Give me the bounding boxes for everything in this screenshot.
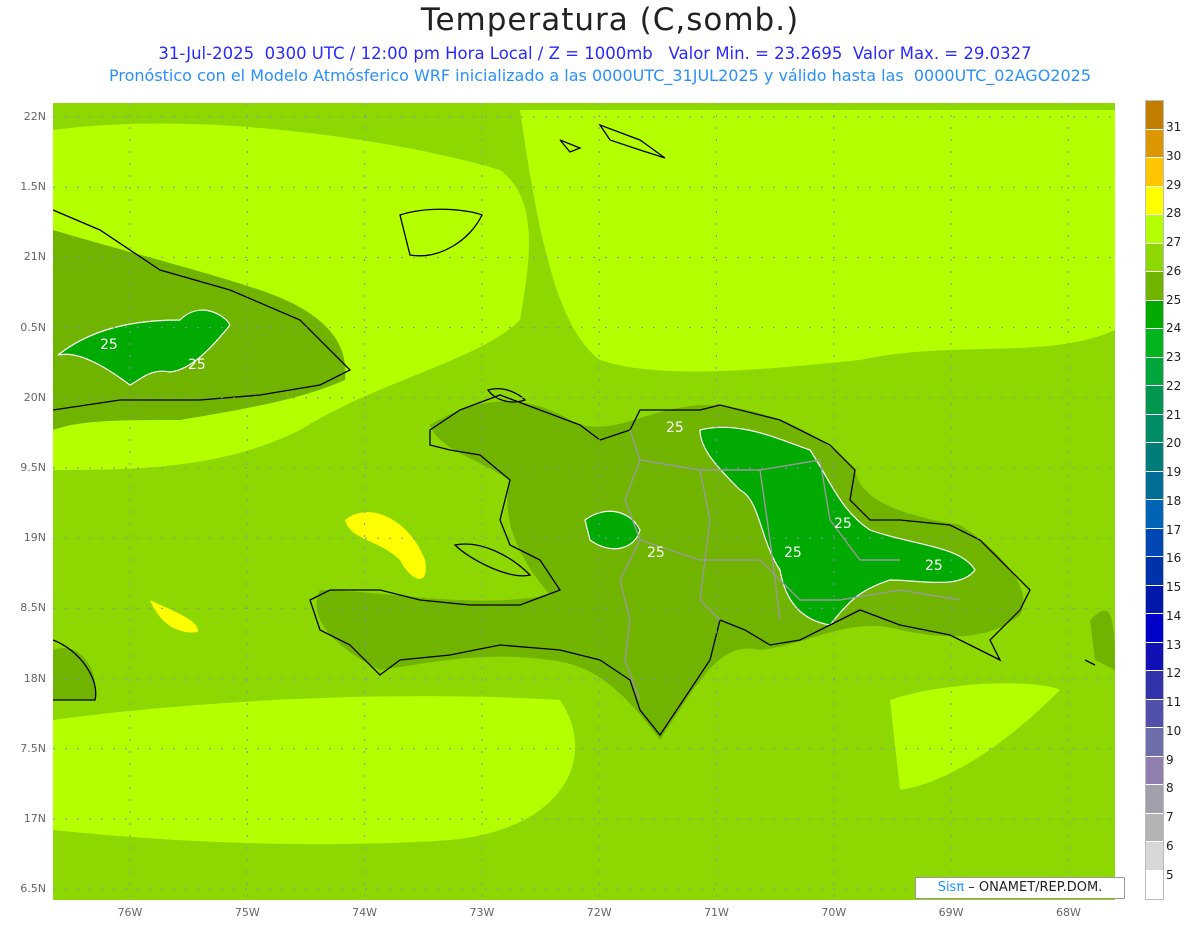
lat-label: 9.5N [20,461,46,474]
lat-label: 1.5N [20,180,46,194]
attribution-brand: Sisπ [937,880,965,895]
colorbar-label: 6 [1166,838,1174,853]
lon-label: 73W [469,906,495,919]
colorbar-bin [1146,357,1163,386]
lon-label: 74W [352,906,378,919]
colorbar-bin [1146,215,1163,244]
model-info-line: Pronóstico con el Modelo Atmósferico WRF… [108,66,1092,85]
lat-label: 20N [23,390,46,404]
colorbar-bin [1146,386,1163,415]
colorbar [1145,100,1164,900]
colorbar-bin [1146,329,1163,358]
colorbar-bin [1146,528,1163,557]
lon-label: 75W [234,906,260,919]
colorbar-bin [1146,699,1163,728]
colorbar-label: 26 [1166,263,1182,278]
lon-label: 76W [117,906,143,919]
colorbar-bin [1146,842,1163,871]
colorbar-bin [1146,158,1163,187]
colorbar-label: 10 [1166,723,1182,738]
colorbar-label: 11 [1166,695,1182,709]
colorbar-label: 7 [1166,810,1174,824]
lon-label: 72W [586,906,612,919]
colorbar-bin [1146,557,1163,586]
colorbar-label: 22 [1166,378,1182,393]
colorbar-label: 13 [1166,637,1182,652]
colorbar-label: 16 [1166,551,1182,566]
colorbar-label: 29 [1166,177,1182,192]
colorbar-label: 19 [1166,465,1182,479]
colorbar-bin [1146,500,1163,529]
lon-label: 70W [821,906,847,919]
colorbar-bin [1146,585,1163,614]
map-canvas: 25 25 25 25 25 25 25 [53,103,1115,900]
contour-label: 25 [834,516,852,532]
colorbar-label: 20 [1166,436,1182,451]
colorbar-bin [1146,186,1163,215]
colorbar-label: 23 [1166,350,1182,364]
lon-label: 68W [1055,906,1081,919]
lat-label: 22N [23,110,46,123]
colorbar-bin [1146,471,1163,500]
map-title: Temperatura (C,somb.) [420,2,800,38]
colorbar-bin [1146,785,1163,814]
colorbar-bin [1146,870,1163,899]
colorbar-bin [1146,272,1163,301]
lat-label: 18N [23,671,46,685]
colorbar-label: 30 [1166,148,1182,163]
lon-label: 69W [938,906,964,919]
lat-label: 0.5N [20,320,46,334]
attribution: Sisπ – ONAMET/REP.DOM. [915,877,1125,899]
temperature-map: 25 25 25 25 25 25 25 [53,103,1115,900]
colorbar-bin [1146,614,1163,643]
colorbar-bin [1146,101,1163,130]
lat-label: 7.5N [20,741,46,755]
lat-label: 8.5N [20,601,46,615]
colorbar-bin [1146,728,1163,757]
colorbar-label: 28 [1166,206,1182,221]
colorbar-label: 24 [1166,321,1182,336]
colorbar-bin [1146,243,1163,272]
colorbar-bin [1146,813,1163,842]
contour-label: 25 [100,337,118,353]
colorbar-label: 31 [1166,120,1182,134]
colorbar-label: 14 [1166,608,1182,623]
colorbar-label: 27 [1166,235,1182,249]
colorbar-bin [1146,756,1163,785]
colorbar-label: 8 [1166,781,1174,796]
attribution-text: – ONAMET/REP.DOM. [964,880,1103,895]
colorbar-label: 18 [1166,493,1182,508]
colorbar-label: 9 [1166,752,1174,767]
contour-label: 25 [647,545,665,561]
lat-label: 6.5N [20,882,46,896]
colorbar-label: 17 [1166,522,1182,537]
colorbar-label: 21 [1166,407,1182,422]
contour-label: 25 [666,420,684,436]
colorbar-label: 5 [1166,867,1174,882]
colorbar-bin [1146,300,1163,329]
colorbar-bin [1146,414,1163,443]
colorbar-bin [1146,671,1163,700]
colorbar-label: 25 [1166,292,1182,307]
lat-label: 19N [23,531,46,545]
colorbar-label: 15 [1166,580,1182,594]
contour-label: 25 [784,545,802,561]
contour-label: 25 [188,357,206,373]
contour-label: 25 [925,558,943,574]
colorbar-bin [1146,129,1163,158]
lat-label: 21N [23,250,46,264]
lat-label: 17N [23,812,46,825]
colorbar-bin [1146,642,1163,671]
colorbar-bin [1146,443,1163,472]
valid-time-line: 31-Jul-2025 0300 UTC / 12:00 pm Hora Loc… [158,44,1032,63]
colorbar-label: 12 [1166,666,1182,681]
lon-label: 71W [704,906,729,919]
